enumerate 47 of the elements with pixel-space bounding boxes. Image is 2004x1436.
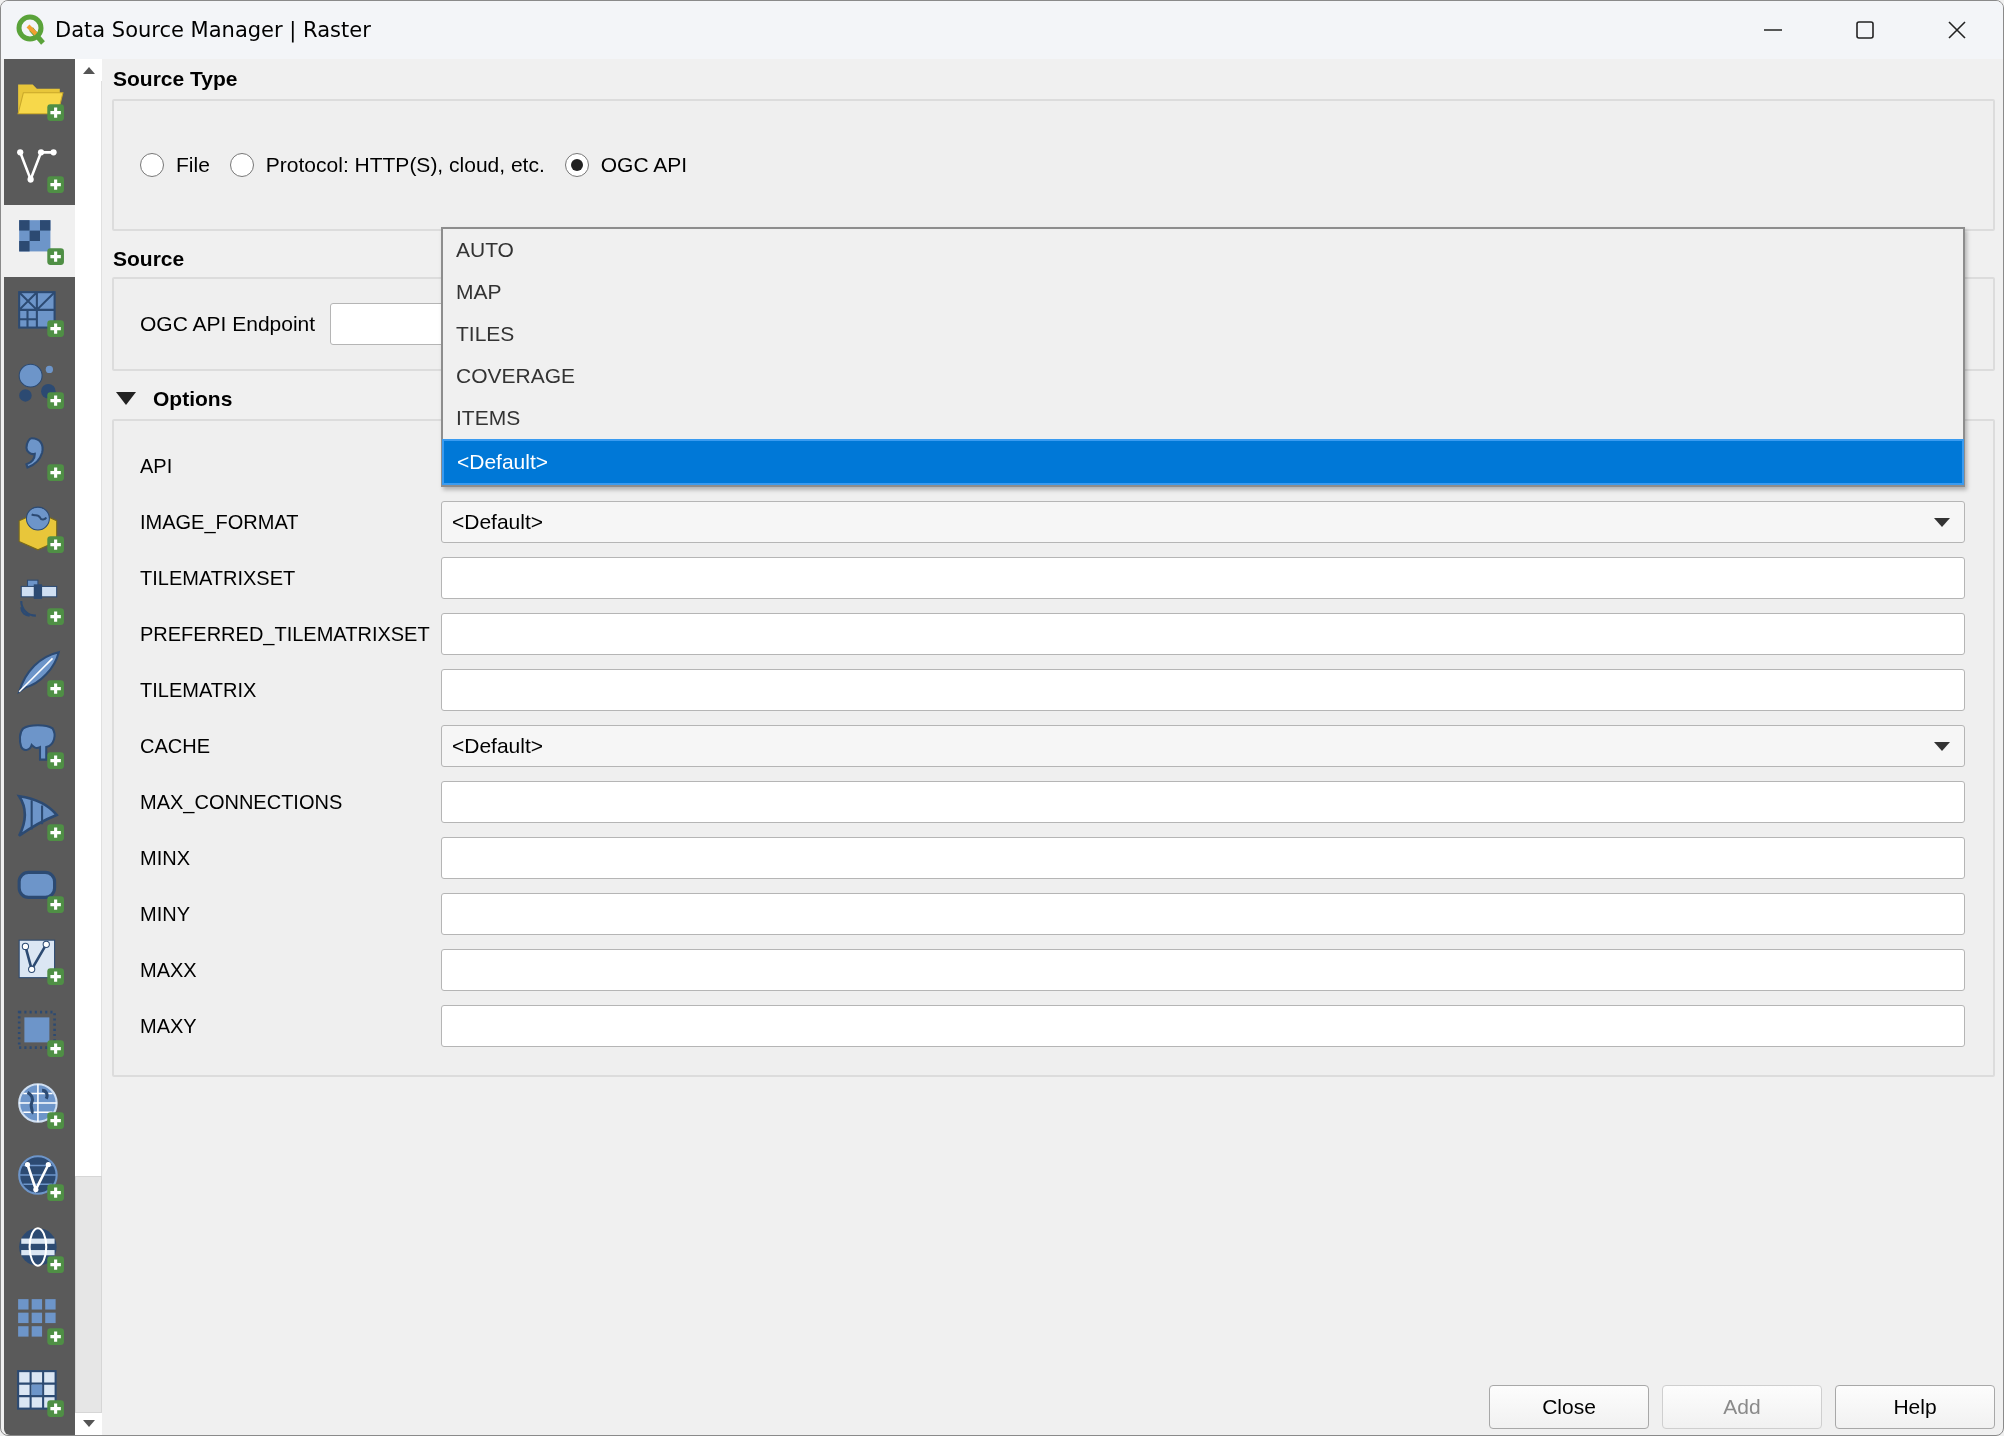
field-label: MAXX [140,958,198,982]
table-grid-icon [14,1368,65,1418]
text-field[interactable] [441,837,1965,879]
field-label: MINX [140,846,191,870]
text-field[interactable] [441,613,1965,655]
dropdown-option[interactable]: MAP [443,271,1963,313]
app-logo [15,14,47,46]
radio-button[interactable]: File [140,153,210,177]
text-field[interactable] [441,949,1965,991]
dropdown-option[interactable]: COVERAGE [443,355,1963,397]
close-icon [1946,19,1968,41]
maximize-icon [1854,19,1876,41]
field-label: OGC API Endpoint [140,312,317,336]
radio-button[interactable]: OGC API [564,153,688,177]
field-label: CACHE [140,734,211,758]
text-field[interactable] [441,1005,1965,1047]
dropdown-option[interactable]: ITEMS [443,397,1963,439]
dropdown[interactable]: <Default> [441,501,1965,543]
field-label: TILEMATRIX [140,678,258,702]
section-title: Source [112,246,185,272]
field-label: IMAGE_FORMAT [140,510,300,534]
field-label: MAXY [140,1014,198,1038]
field-label: TILEMATRIXSET [140,566,297,590]
text-field[interactable] [441,781,1965,823]
section-title: Options [153,387,233,411]
dropdown-option[interactable]: AUTO [443,229,1963,271]
dropdown-option[interactable]: TILES [443,313,1963,355]
dialog-button[interactable]: Help [1835,1385,1995,1429]
field-label: MINY [140,902,191,926]
dropdown-option[interactable]: <Default> [442,439,1964,485]
dialog-button[interactable]: Close [1489,1385,1649,1429]
collapse-arrow-icon[interactable] [115,390,137,406]
sail-icon [14,792,65,842]
section-title: Source Type [112,66,238,92]
text-field[interactable] [441,669,1965,711]
field-label: MAX_CONNECTIONS [140,790,344,814]
sidebar-tab[interactable] [4,205,75,277]
caret-icon [1934,517,1950,527]
caret-icon [1934,741,1950,751]
field-label: PREFERRED_TILEMATRIXSET [140,622,431,646]
text-field[interactable] [441,557,1965,599]
field-label: API [140,454,174,478]
dropdown[interactable]: <Default> [441,725,1965,767]
radio-button[interactable]: Protocol: HTTP(S), cloud, etc. [229,153,545,177]
text-field[interactable] [441,893,1965,935]
minimize-icon [1762,29,1784,31]
window-title: Data Source Manager | Raster [55,18,372,42]
